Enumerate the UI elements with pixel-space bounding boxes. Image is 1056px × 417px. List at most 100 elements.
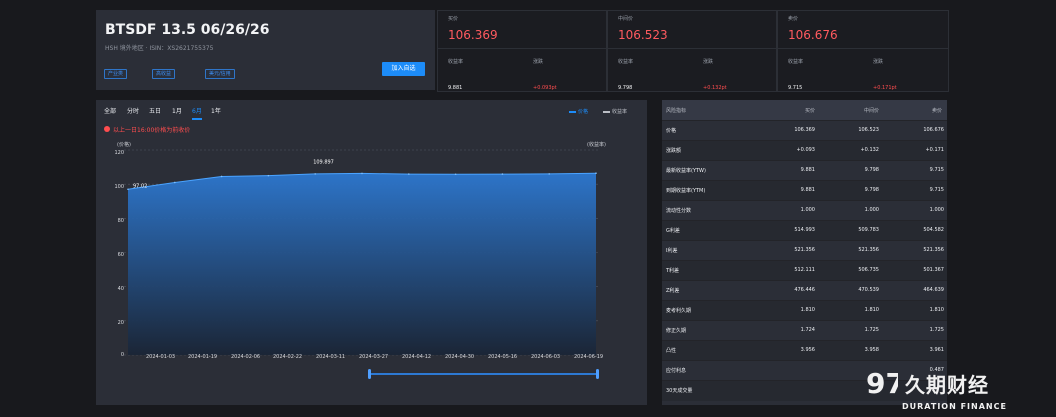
range-intraday[interactable]: 分时 [127, 106, 139, 115]
table-row: Z利差 476.446 470.539 464.639 [662, 280, 947, 301]
price-point [267, 174, 270, 177]
range-5d[interactable]: 五日 [149, 106, 161, 115]
quote-row-ask: 收益率 涨跌 9.715 +0.171pt [778, 48, 948, 91]
legend-price-swatch [569, 111, 576, 113]
x-tick-label: 2024-04-30 [445, 354, 475, 360]
table-row: 流动性分数 1.000 1.000 1.000 [662, 200, 947, 221]
price-point [220, 175, 223, 178]
row-label: Z利差 [666, 288, 680, 294]
row-label: I利差 [666, 248, 678, 254]
table-row: 价格 106.369 106.523 106.676 [662, 120, 947, 141]
tag-3: 美元/信用 [205, 69, 235, 79]
table-row: 涨跌额 +0.093 +0.132 +0.171 [662, 140, 947, 161]
range-1m[interactable]: 1月 [172, 106, 182, 115]
change-value-mid: +0.132pt [703, 85, 727, 91]
row-label: 涨跌额 [666, 148, 682, 154]
watermark-brand-en: DURATION FINANCE [902, 402, 1007, 411]
row-label: 麦考利久期 [666, 308, 692, 314]
yield-value-ask: 9.715 [788, 85, 803, 91]
risk-table-header: 风险指标 买价 中间价 卖价 [662, 100, 947, 120]
quote-title-bid: 买价 [448, 16, 459, 22]
row-ask: 9.715 [929, 187, 944, 193]
chart-range-scrollbar[interactable] [370, 373, 598, 375]
quote-title-mid: 中间价 [618, 16, 634, 22]
row-bid: 514.993 [794, 227, 815, 233]
legend-yield-swatch [603, 111, 610, 113]
tag-2: 高收益 [152, 69, 176, 79]
table-row: T利差 512.111 506.735 501.367 [662, 260, 947, 281]
row-ask: 1.000 [929, 207, 944, 213]
row-bid: 1.810 [800, 307, 815, 313]
row-bid: 512.111 [794, 267, 815, 273]
change-value-bid: +0.093pt [533, 85, 557, 91]
row-mid: 1.810 [864, 307, 879, 313]
quote-price-mid: 106.523 [618, 28, 668, 42]
bond-title: BTSDF 13.5 06/26/26 [105, 22, 270, 38]
change-label-mid: 涨跌 [703, 59, 714, 65]
yield-label-mid: 收益率 [618, 59, 634, 65]
x-tick-label: 2024-06-19 [574, 354, 604, 360]
price-point [501, 173, 504, 175]
price-point [361, 172, 363, 175]
quote-row-mid: 收益率 涨跌 9.798 +0.132pt [608, 48, 776, 91]
y-tick-20: 20 [117, 320, 124, 326]
row-label: 应付利息 [666, 368, 687, 374]
row-mid: 521.356 [858, 247, 879, 253]
range-1y[interactable]: 1年 [211, 106, 221, 115]
row-mid: 9.798 [864, 187, 879, 193]
price-annotation-start: 97.02 [133, 183, 147, 189]
add-to-watchlist-button[interactable]: 加入自选 [382, 62, 425, 76]
row-ask: 9.715 [929, 167, 944, 173]
row-ask: 501.367 [923, 267, 944, 273]
price-point [408, 173, 410, 175]
price-point [314, 173, 316, 175]
range-all[interactable]: 全部 [104, 106, 116, 115]
price-area [128, 173, 596, 355]
row-ask: 1.725 [929, 327, 944, 333]
risk-metrics-table: 风险指标 买价 中间价 卖价 价格 106.369 106.523 106.67… [662, 100, 947, 405]
y-tick-100: 100 [114, 184, 124, 190]
x-tick-label: 2024-01-03 [146, 354, 176, 360]
header-ask: 卖价 [931, 108, 942, 114]
row-bid: 9.881 [800, 187, 815, 193]
row-label: 到期收益率(YTM) [666, 188, 706, 194]
x-tick-label: 2024-03-27 [359, 354, 389, 360]
row-ask: 504.582 [923, 227, 944, 233]
row-mid: 9.798 [864, 167, 879, 173]
row-ask: 464.639 [923, 287, 944, 293]
row-label: 最新收益率(YTW) [666, 168, 706, 174]
range-6m[interactable]: 6月 [192, 106, 202, 115]
range-handle-left[interactable] [368, 369, 371, 379]
right-axis-title: (收益率) [587, 142, 606, 148]
row-mid: 509.783 [858, 227, 879, 233]
table-row: 修正久期 1.724 1.725 1.725 [662, 320, 947, 341]
watermark-logo-text: 97 [866, 367, 898, 400]
table-row: 凸性 3.956 3.958 3.961 [662, 340, 947, 361]
quote-card-ask: 卖价 106.676 收益率 涨跌 9.715 +0.171pt [777, 10, 949, 92]
row-bid: 476.446 [794, 287, 815, 293]
row-bid: 106.369 [794, 127, 815, 133]
x-tick-label: 2024-01-19 [188, 354, 218, 360]
range-handle-right[interactable] [596, 369, 599, 379]
quote-price-ask: 106.676 [788, 28, 838, 42]
y-tick-60: 60 [117, 252, 124, 258]
quote-card-bid: 买价 106.369 收益率 涨跌 9.881 +0.093pt [437, 10, 607, 92]
yield-label-ask: 收益率 [788, 59, 804, 65]
x-tick-label: 2024-06-03 [531, 354, 561, 360]
yield-label-bid: 收益率 [448, 59, 464, 65]
row-mid: 106.523 [858, 127, 879, 133]
header-bid: 买价 [804, 108, 815, 114]
table-row: 到期收益率(YTM) 9.881 9.798 9.715 [662, 180, 947, 201]
row-bid: +0.093 [796, 147, 815, 153]
row-ask: +0.171 [925, 147, 944, 153]
price-point [548, 173, 550, 175]
row-ask: 521.356 [923, 247, 944, 253]
price-area-chart: 97.02 109.897 [124, 149, 600, 356]
price-point [454, 173, 457, 176]
row-label: 修正久期 [666, 328, 687, 334]
watermark-brand: 久期财经 [905, 373, 989, 397]
price-annotation-peak: 109.897 [313, 159, 334, 165]
table-row: I利差 521.356 521.356 521.356 [662, 240, 947, 261]
x-tick-label: 2024-04-12 [402, 354, 432, 360]
header-mid: 中间价 [863, 108, 879, 114]
